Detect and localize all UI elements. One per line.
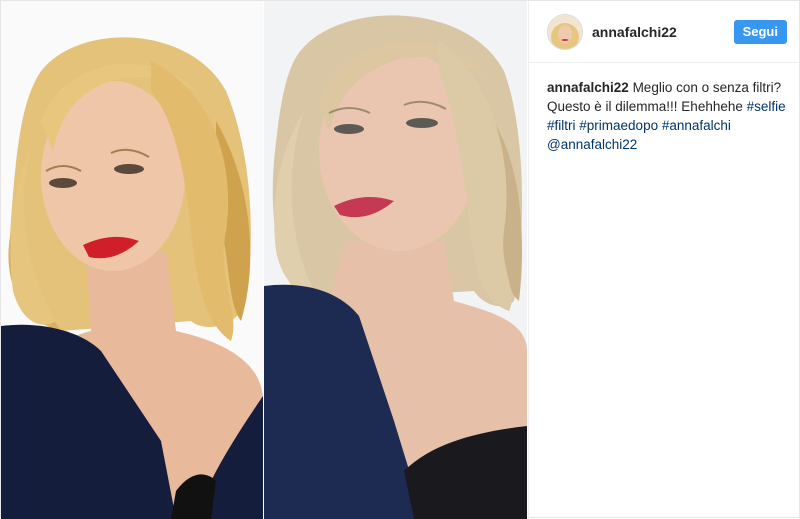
follow-button[interactable]: Segui	[733, 19, 787, 44]
instagram-post: annafalchi22 Segui annafalchi22 Meglio c…	[0, 0, 800, 519]
caption-text-line1: Meglio con o senza filtri?	[632, 80, 782, 95]
profile-avatar[interactable]	[547, 13, 583, 50]
hashtag-primaedopo-link[interactable]: #primaedopo	[579, 118, 658, 133]
caption-username-link[interactable]: annafalchi22	[547, 80, 629, 95]
post-username-link[interactable]: annafalchi22	[592, 24, 677, 40]
selfie-photo-filtered	[1, 1, 263, 519]
post-media[interactable]	[1, 1, 527, 519]
hashtag-annafalchi-link[interactable]: #annafalchi	[662, 118, 731, 133]
post-caption: annafalchi22 Meglio con o senza filtri? …	[529, 63, 800, 154]
hashtag-selfie-link[interactable]: #selfie	[747, 99, 786, 114]
hashtag-filtri-link[interactable]: #filtri	[547, 118, 576, 133]
mention-annafalchi22-link[interactable]: @annafalchi22	[547, 137, 637, 152]
post-header: annafalchi22 Segui	[529, 1, 800, 63]
caption-text-line2: Questo è il dilemma!!! Ehehhehe	[547, 99, 743, 114]
selfie-photo-unfiltered	[264, 1, 527, 519]
post-sidebar: annafalchi22 Segui annafalchi22 Meglio c…	[528, 1, 800, 519]
